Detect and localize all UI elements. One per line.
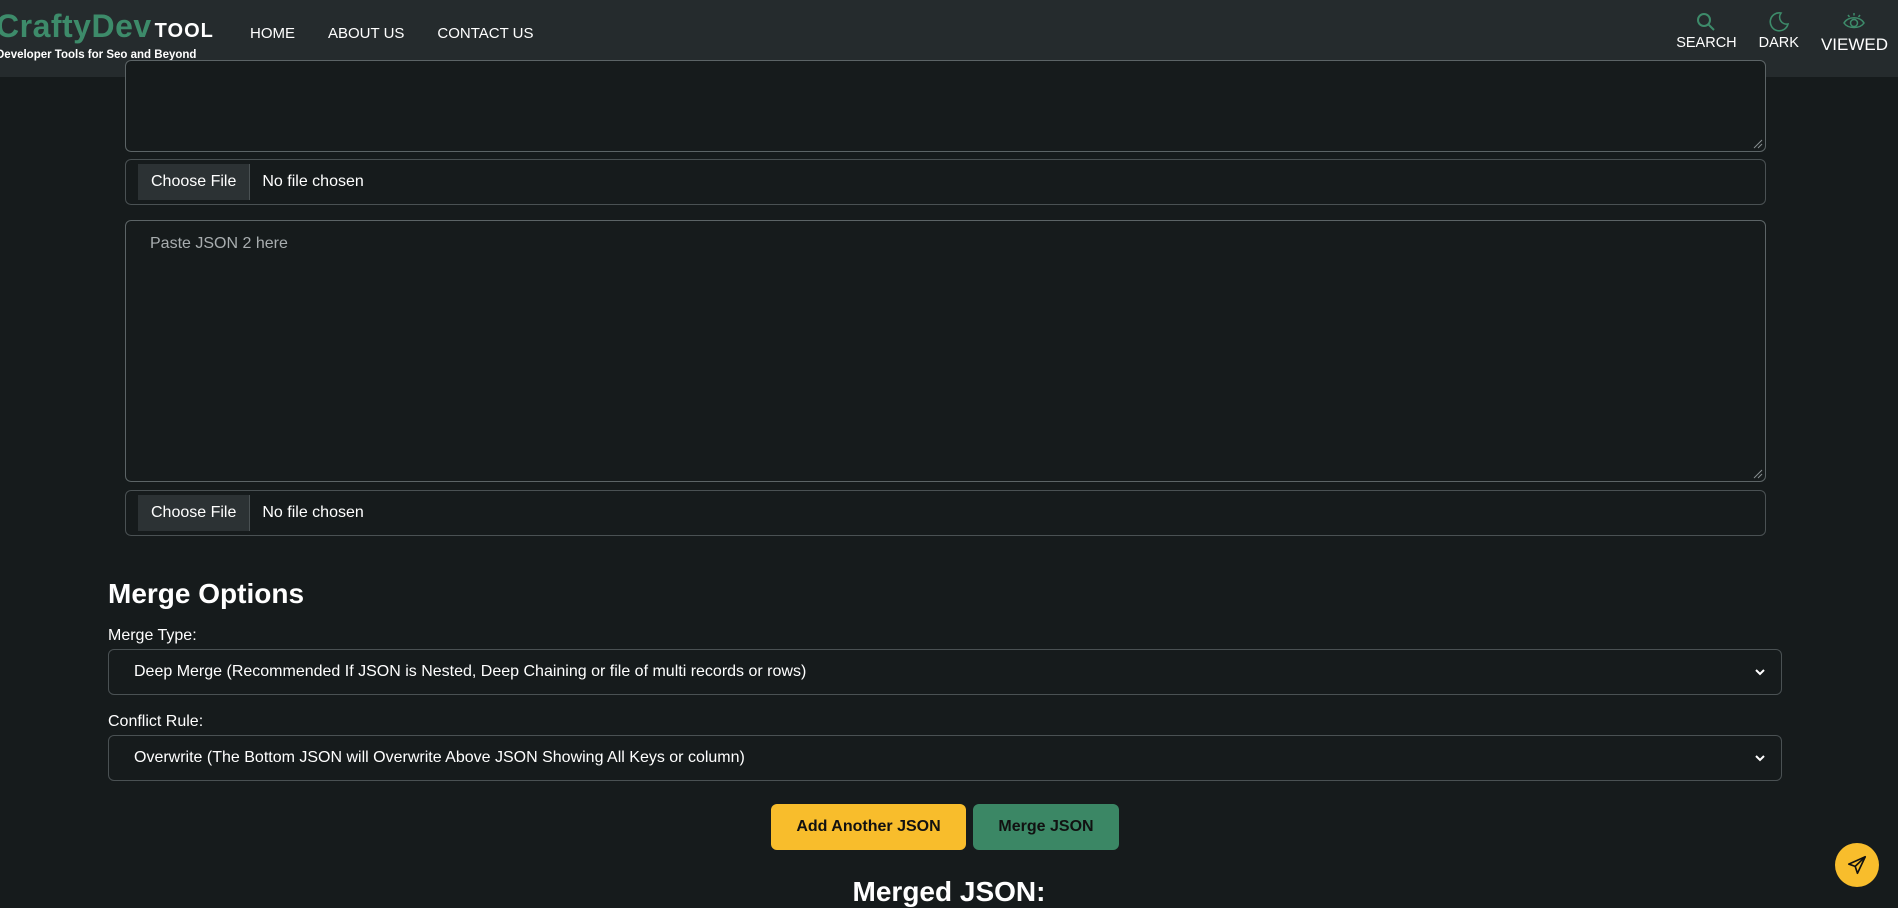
nav-tools: SEARCH DARK VIEWED [1676, 10, 1888, 55]
merge-options-title: Merge Options [108, 578, 305, 609]
merge-type-label: Merge Type: [108, 627, 197, 644]
json2-placeholder: Paste JSON 2 here [150, 235, 288, 252]
nav-links: HOME ABOUT US CONTACT US [250, 0, 534, 67]
json2-choose-file-button[interactable]: Choose File [138, 495, 251, 531]
search-icon [1697, 13, 1716, 31]
conflict-rule-label: Conflict Rule: [108, 713, 204, 730]
json1-file-status: No file chosen [262, 173, 364, 190]
chevron-down-icon [1755, 755, 1765, 762]
json1-textarea[interactable] [125, 60, 1766, 152]
search-button[interactable]: SEARCH [1676, 10, 1737, 55]
dark-mode-toggle[interactable]: DARK [1759, 10, 1799, 55]
search-label: SEARCH [1676, 35, 1737, 51]
nav-link-home[interactable]: HOME [250, 25, 295, 42]
merge-type-value: Deep Merge (Recommended If JSON is Neste… [134, 663, 807, 680]
json2-file-input[interactable]: Choose File No file chosen [125, 490, 1766, 536]
chevron-down-icon [1755, 669, 1765, 676]
merge-type-select[interactable]: Deep Merge (Recommended If JSON is Neste… [108, 649, 1782, 695]
add-another-json-button[interactable]: Add Another JSON [771, 804, 966, 850]
nav-link-about-us[interactable]: ABOUT US [328, 25, 404, 42]
brand-name-crafty: CraftyDev [0, 8, 152, 44]
json1-choose-file-button[interactable]: Choose File [138, 164, 251, 200]
json2-file-status: No file chosen [262, 504, 364, 521]
nav-link-contact-us[interactable]: CONTACT US [437, 25, 533, 42]
resize-grip-icon[interactable] [1753, 139, 1763, 149]
moon-icon [1769, 12, 1789, 32]
dark-label: DARK [1758, 35, 1799, 51]
paper-plane-icon [1847, 855, 1867, 875]
viewed-button[interactable]: VIEWED [1821, 10, 1888, 55]
send-feedback-button[interactable] [1835, 843, 1879, 887]
merged-json-title: Merged JSON: [852, 876, 1046, 907]
brand-name-tool: TOOL [154, 20, 214, 42]
resize-grip-icon[interactable] [1753, 469, 1763, 479]
brand-logo[interactable]: CraftyDev TOOL Developer Tools for Seo a… [0, 8, 214, 61]
json1-file-input[interactable]: Choose File No file chosen [125, 159, 1766, 205]
eye-icon [1843, 13, 1866, 29]
json2-textarea[interactable]: Paste JSON 2 here [125, 220, 1766, 482]
merge-json-button[interactable]: Merge JSON [973, 804, 1119, 850]
viewed-label: VIEWED [1820, 35, 1888, 54]
conflict-rule-select[interactable]: Overwrite (The Bottom JSON will Overwrit… [108, 735, 1782, 781]
conflict-rule-value: Overwrite (The Bottom JSON will Overwrit… [134, 749, 745, 766]
